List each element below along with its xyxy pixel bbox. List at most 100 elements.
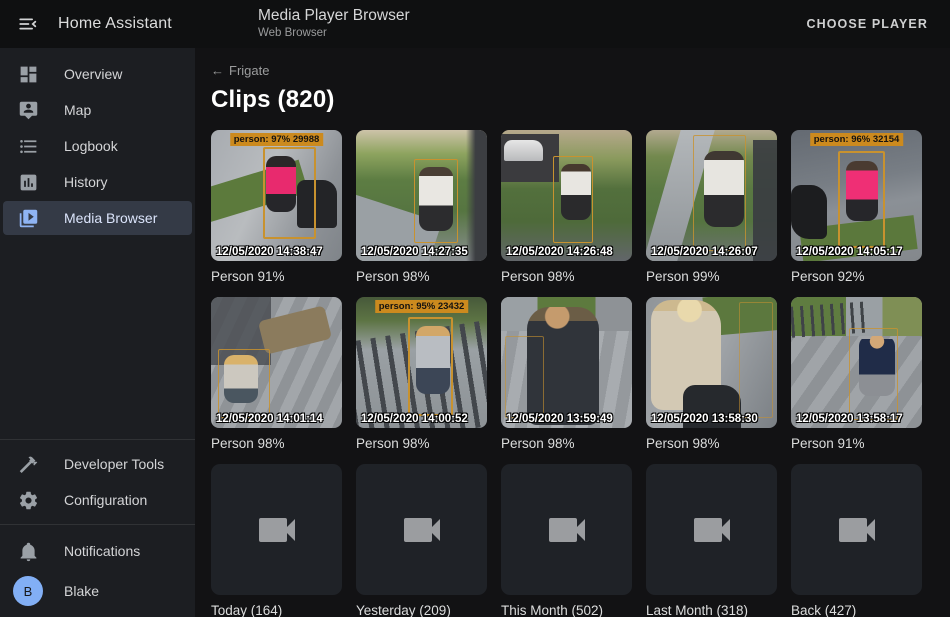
- back-arrow-icon: [211, 63, 224, 78]
- detection-label: person: 95% 23432: [375, 300, 469, 313]
- detection-bbox: [739, 302, 773, 417]
- sidebar-toggle-icon[interactable]: [4, 0, 52, 48]
- breadcrumb-back[interactable]: Frigate: [211, 63, 269, 78]
- app-title: Home Assistant: [58, 15, 172, 33]
- clip-timestamp: 12/05/2020 14:00:52: [361, 413, 468, 425]
- folder-tile: [211, 464, 342, 595]
- clip-caption: Person 98%: [501, 269, 632, 284]
- play-box-multiple-icon: [16, 206, 40, 230]
- sidebar-item-history[interactable]: History: [0, 164, 195, 200]
- clip-thumbnail: 12/05/2020 13:58:30: [646, 297, 777, 428]
- clip-card[interactable]: 12/05/2020 14:26:07 Person 99%: [646, 130, 777, 284]
- detection-label: person: 97% 29988: [230, 133, 324, 146]
- clip-card[interactable]: 12/05/2020 14:27:35 Person 98%: [356, 130, 487, 284]
- clips-grid: person: 97% 29988 12/05/2020 14:38:47 Pe…: [211, 130, 922, 617]
- sidebar-item-label: Notifications: [64, 543, 140, 559]
- detection-bbox: [263, 147, 315, 239]
- sidebar-item-label: Map: [64, 102, 91, 118]
- sidebar-item-developer-tools[interactable]: Developer Tools: [0, 446, 195, 482]
- avatar: B: [13, 576, 43, 606]
- clip-thumbnail: 12/05/2020 13:59:49: [501, 297, 632, 428]
- folder-card-last-month[interactable]: Last Month (318): [646, 464, 777, 617]
- clip-caption: Person 91%: [791, 436, 922, 451]
- sidebar-nav: Overview Map Logbook History Media Brows…: [0, 48, 195, 236]
- video-icon: [398, 506, 446, 554]
- clip-thumbnail: person: 95% 23432 12/05/2020 14:00:52: [356, 297, 487, 428]
- clip-thumbnail: 12/05/2020 14:26:48: [501, 130, 632, 261]
- clip-thumbnail: 12/05/2020 13:58:17: [791, 297, 922, 428]
- sidebar-item-logbook[interactable]: Logbook: [0, 128, 195, 164]
- folder-label: Yesterday (209): [356, 603, 487, 617]
- panel-header: Media Player Browser Web Browser: [258, 7, 410, 39]
- folder-label: This Month (502): [501, 603, 632, 617]
- clip-card[interactable]: person: 97% 29988 12/05/2020 14:38:47 Pe…: [211, 130, 342, 284]
- clip-caption: Person 98%: [501, 436, 632, 451]
- sidebar-item-label: Configuration: [64, 492, 147, 508]
- clip-timestamp: 12/05/2020 13:58:17: [796, 413, 903, 425]
- sidebar-user-profile[interactable]: B Blake: [0, 569, 195, 613]
- clip-caption: Person 92%: [791, 269, 922, 284]
- clip-caption: Person 98%: [356, 269, 487, 284]
- clip-timestamp: 12/05/2020 14:38:47: [216, 246, 323, 258]
- breadcrumb-label: Frigate: [229, 63, 269, 78]
- clip-card[interactable]: person: 95% 23432 12/05/2020 14:00:52 Pe…: [356, 297, 487, 451]
- folder-card-back[interactable]: Back (427): [791, 464, 922, 617]
- choose-player-button[interactable]: CHOOSE PLAYER: [798, 0, 936, 48]
- folder-tile: [501, 464, 632, 595]
- clip-caption: Person 91%: [211, 269, 342, 284]
- sidebar-item-notifications[interactable]: Notifications: [0, 533, 195, 569]
- clip-thumbnail: 12/05/2020 14:27:35: [356, 130, 487, 261]
- clip-timestamp: 12/05/2020 13:58:30: [651, 413, 758, 425]
- gear-icon: [16, 488, 40, 512]
- clip-card[interactable]: 12/05/2020 13:58:17 Person 91%: [791, 297, 922, 451]
- folder-label: Back (427): [791, 603, 922, 617]
- clip-timestamp: 12/05/2020 14:05:17: [796, 246, 903, 258]
- video-icon: [253, 506, 301, 554]
- sidebar-item-map[interactable]: Map: [0, 92, 195, 128]
- view-dashboard-icon: [16, 62, 40, 86]
- sidebar-item-overview[interactable]: Overview: [0, 56, 195, 92]
- detection-bbox: [414, 159, 459, 243]
- clip-timestamp: 12/05/2020 14:01:14: [216, 413, 323, 425]
- clip-timestamp: 12/05/2020 14:26:07: [651, 246, 758, 258]
- clip-thumbnail: 12/05/2020 14:26:07: [646, 130, 777, 261]
- sidebar-spacer: [0, 236, 195, 439]
- hammer-icon: [16, 452, 40, 476]
- sidebar-bottom: Notifications B Blake: [0, 525, 195, 617]
- clip-card[interactable]: 12/05/2020 13:58:30 Person 98%: [646, 297, 777, 451]
- app-top-bar: Home Assistant Media Player Browser Web …: [0, 0, 950, 48]
- detection-bbox: [408, 317, 453, 417]
- clip-card[interactable]: 12/05/2020 14:01:14 Person 98%: [211, 297, 342, 451]
- detection-bbox: [218, 349, 270, 417]
- sidebar-item-configuration[interactable]: Configuration: [0, 482, 195, 518]
- sidebar: Overview Map Logbook History Media Brows…: [0, 48, 195, 617]
- panel-title: Media Player Browser: [258, 7, 410, 25]
- folder-card-this-month[interactable]: This Month (502): [501, 464, 632, 617]
- folder-tile: [646, 464, 777, 595]
- clip-caption: Person 98%: [356, 436, 487, 451]
- sidebar-item-label: Media Browser: [64, 210, 157, 226]
- folder-card-yesterday[interactable]: Yesterday (209): [356, 464, 487, 617]
- detection-bbox: [849, 328, 899, 420]
- bell-icon: [16, 539, 40, 563]
- clip-caption: Person 98%: [211, 436, 342, 451]
- clip-card[interactable]: 12/05/2020 14:26:48 Person 98%: [501, 130, 632, 284]
- folder-card-today[interactable]: Today (164): [211, 464, 342, 617]
- detection-bbox: [838, 151, 885, 248]
- clip-thumbnail: person: 96% 32154 12/05/2020 14:05:17: [791, 130, 922, 261]
- user-name: Blake: [64, 583, 99, 599]
- clip-card[interactable]: person: 96% 32154 12/05/2020 14:05:17 Pe…: [791, 130, 922, 284]
- detection-bbox: [505, 336, 544, 417]
- sidebar-item-media-browser[interactable]: Media Browser: [0, 200, 195, 236]
- sidebar-item-label: Overview: [64, 66, 122, 82]
- clip-caption: Person 99%: [646, 269, 777, 284]
- video-icon: [688, 506, 736, 554]
- page-title: Clips (820): [211, 86, 950, 114]
- media-browser-panel: Frigate Clips (820) person: 97% 29988 12…: [195, 48, 950, 617]
- sidebar-item-label: History: [64, 174, 108, 190]
- clip-thumbnail: 12/05/2020 14:01:14: [211, 297, 342, 428]
- detection-bbox: [693, 135, 745, 250]
- list-bulleted-icon: [16, 134, 40, 158]
- clip-card[interactable]: 12/05/2020 13:59:49 Person 98%: [501, 297, 632, 451]
- sidebar-footer: Developer Tools Configuration: [0, 440, 195, 524]
